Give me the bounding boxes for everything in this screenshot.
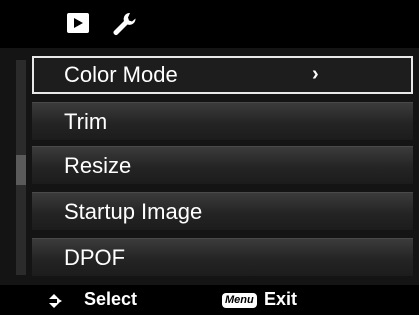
menu-item-trim[interactable]: Trim: [32, 102, 413, 140]
exit-hint: Exit: [264, 289, 298, 309]
menu-item-label: Color Mode: [64, 62, 178, 87]
chevron-right-icon: ›: [312, 63, 319, 86]
menu-button-icon: Menu: [222, 293, 257, 308]
menu-item-startup-image[interactable]: Startup Image: [32, 192, 413, 230]
wrench-icon[interactable]: [108, 9, 142, 39]
footer-bar: Select Menu Exit: [0, 285, 419, 315]
up-down-arrows-icon: [49, 294, 62, 308]
tab-bar: [0, 0, 419, 48]
menu-item-label: Startup Image: [64, 198, 203, 224]
menu-item-label: Resize: [64, 152, 132, 178]
menu-item-dpof[interactable]: DPOF: [32, 238, 413, 276]
menu-item-resize[interactable]: Resize: [32, 146, 413, 184]
menu-item-color-mode[interactable]: Color Mode ›: [32, 56, 413, 94]
menu-item-label: DPOF: [64, 244, 126, 270]
menu-item-label: Trim: [64, 108, 108, 134]
playback-icon[interactable]: [62, 9, 96, 39]
scrollbar-thumb[interactable]: [16, 155, 26, 185]
select-hint: Select: [84, 289, 138, 309]
